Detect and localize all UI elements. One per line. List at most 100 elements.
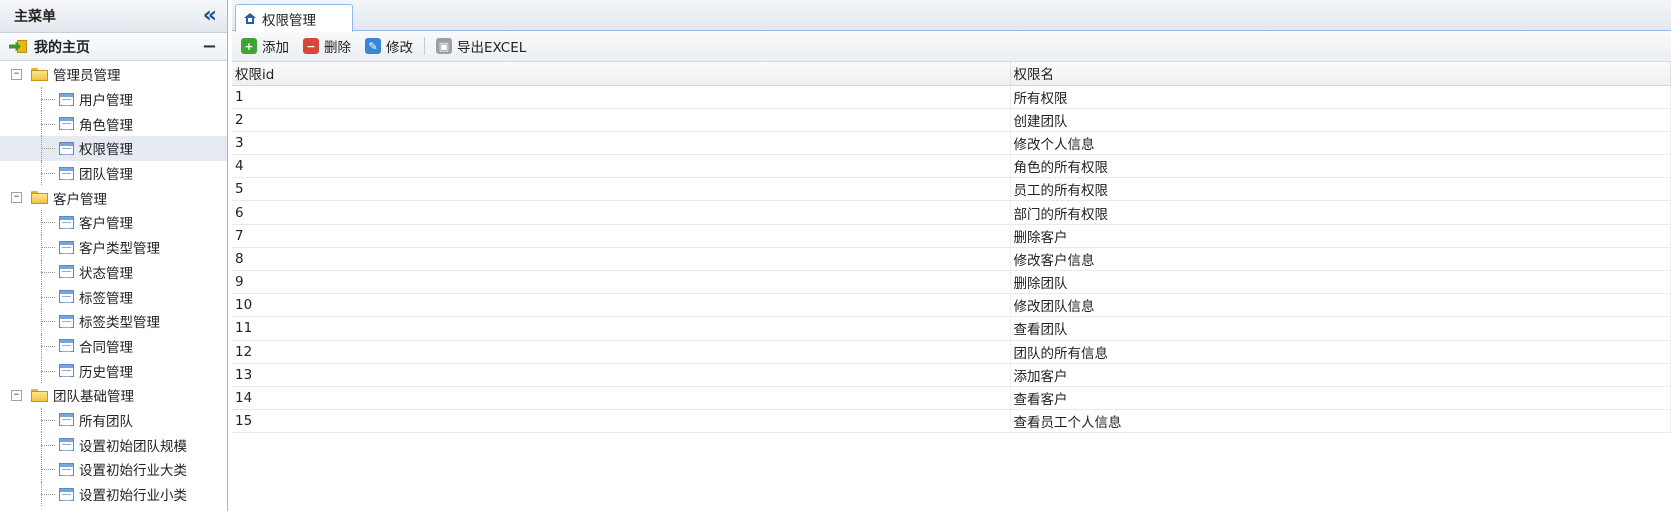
table-icon [59, 92, 74, 106]
collapse-panel-icon[interactable]: − [202, 37, 217, 56]
edit-label: 修改 [386, 40, 413, 56]
cell-permission-name: 员工的所有权限 [1010, 177, 1671, 202]
cell-permission-name: 修改团队信息 [1010, 293, 1671, 318]
home-panel-icon [9, 39, 27, 54]
tree-group[interactable]: − 团队基础管理 [0, 383, 227, 408]
cell-permission-name: 部门的所有权限 [1010, 200, 1671, 225]
cell-permission-name: 查看团队 [1010, 316, 1671, 341]
folder-icon [31, 67, 48, 81]
tab-permission-management[interactable]: 权限管理 [235, 4, 353, 32]
tree-item[interactable]: 角色管理 [0, 111, 227, 137]
table-row[interactable]: 2 创建团队 [232, 108, 1671, 132]
menu-tree: − 管理员管理 用户管理角色管理权限管理团队管理 − 客户管理 客户管理 客户类型管理 状态管… [0, 61, 227, 507]
folder-icon [31, 191, 48, 205]
tree-item-label: 设置初始团队规模 [79, 438, 187, 455]
tree-group[interactable]: − 管理员管理 [0, 62, 227, 87]
table-row[interactable]: 15 查看员工个人信息 [232, 409, 1671, 434]
delete-icon: − [303, 38, 319, 54]
cell-permission-name: 查看客户 [1010, 386, 1671, 411]
table-row[interactable]: 14 查看客户 [232, 386, 1671, 411]
tree-item-label: 团队基础管理 [53, 389, 134, 406]
add-icon: + [241, 38, 257, 54]
tree-item[interactable]: 用户管理 [0, 86, 227, 112]
table-header-row: 权限id 权限名 [232, 62, 1671, 86]
cell-permission-id: 6 [232, 200, 1011, 225]
cell-permission-name: 修改个人信息 [1010, 131, 1671, 156]
table-icon [59, 141, 74, 155]
tree-item[interactable]: 权限管理 [0, 136, 227, 161]
cell-permission-id: 5 [232, 177, 1011, 202]
tree-item-label: 所有团队 [79, 413, 133, 430]
tree-item[interactable]: 所有团队 [0, 407, 227, 433]
cell-permission-id: 14 [232, 386, 1011, 411]
export-label: 导出EXCEL [457, 40, 527, 56]
table-icon [59, 215, 74, 229]
table-row[interactable]: 3 修改个人信息 [232, 131, 1671, 156]
toolbar: + 添加 − 删除 ✎ 修改 ▣ 导出EXCEL [232, 31, 1671, 62]
tree-item[interactable]: 历史管理 [0, 358, 227, 383]
table-row[interactable]: 6 部门的所有权限 [232, 200, 1671, 225]
table-row[interactable]: 11 查看团队 [232, 316, 1671, 341]
cell-permission-id: 1 [232, 85, 1011, 109]
delete-button[interactable]: − 删除 [303, 36, 351, 56]
table-icon [59, 314, 74, 328]
column-header-id[interactable]: 权限id [232, 62, 1011, 86]
table-icon [59, 117, 74, 131]
table-row[interactable]: 12 团队的所有信息 [232, 340, 1671, 364]
table-row[interactable]: 9 删除团队 [232, 270, 1671, 295]
expand-toggle-icon[interactable]: − [11, 68, 22, 80]
table-icon [59, 265, 74, 279]
column-header-name[interactable]: 权限名 [1010, 62, 1671, 86]
add-button[interactable]: + 添加 [241, 36, 289, 56]
tree-item[interactable]: 客户类型管理 [0, 234, 227, 260]
add-label: 添加 [262, 40, 289, 56]
tree-item-label: 设置初始行业小类 [79, 488, 187, 505]
tree-item[interactable]: 设置初始行业小类 [0, 481, 227, 507]
sidebar-header: 主菜单 « [0, 0, 227, 33]
tree-item[interactable]: 标签管理 [0, 284, 227, 309]
tree-item-label: 历史管理 [79, 364, 133, 381]
tree-item-label: 合同管理 [79, 339, 133, 356]
expand-toggle-icon[interactable]: − [11, 192, 22, 204]
table-row[interactable]: 8 修改客户信息 [232, 247, 1671, 272]
table-row[interactable]: 10 修改团队信息 [232, 293, 1671, 318]
tree-item-label: 管理员管理 [53, 68, 121, 85]
cell-permission-id: 7 [232, 224, 1011, 248]
tree-item[interactable]: 客户管理 [0, 210, 227, 235]
sidebar-title: 主菜单 [14, 9, 56, 25]
tree-item[interactable]: 团队管理 [0, 160, 227, 186]
sidebar: 主菜单 « 我的主页 − − 管理员管理 用户管理 角色管理 权限管理 团队管理 − 客户管理… [0, 0, 228, 511]
table-row[interactable]: 13 添加客户 [232, 363, 1671, 387]
edit-button[interactable]: ✎ 修改 [365, 36, 413, 56]
cell-permission-id: 3 [232, 131, 1011, 156]
cell-permission-id: 13 [232, 363, 1011, 387]
table-row[interactable]: 1 所有权限 [232, 85, 1671, 109]
panel-my-home[interactable]: 我的主页 − [0, 33, 227, 61]
export-excel-button[interactable]: ▣ 导出EXCEL [436, 36, 526, 56]
cell-permission-name: 所有权限 [1010, 85, 1671, 109]
cell-permission-id: 9 [232, 270, 1011, 295]
collapse-sidebar-icon[interactable]: « [203, 5, 217, 27]
tree-item[interactable]: 合同管理 [0, 333, 227, 359]
table-row[interactable]: 4 角色的所有权限 [232, 154, 1671, 179]
cell-permission-id: 2 [232, 108, 1011, 132]
expand-toggle-icon[interactable]: − [11, 389, 22, 401]
table-row[interactable]: 7 删除客户 [232, 224, 1671, 248]
cell-permission-name: 创建团队 [1010, 108, 1671, 132]
tree-item-label: 团队管理 [79, 167, 133, 184]
table-row[interactable]: 5 员工的所有权限 [232, 177, 1671, 202]
tree-item[interactable]: 设置初始行业大类 [0, 457, 227, 482]
cell-permission-id: 11 [232, 316, 1011, 341]
table-icon [59, 413, 74, 427]
tree-item-label: 角色管理 [79, 117, 133, 134]
tree-item[interactable]: 标签类型管理 [0, 308, 227, 334]
tree-item-label: 标签管理 [79, 290, 133, 307]
cell-permission-id: 15 [232, 409, 1011, 434]
table-icon [59, 364, 74, 378]
tree-item[interactable]: 状态管理 [0, 259, 227, 285]
table-icon [59, 438, 74, 452]
cell-permission-id: 8 [232, 247, 1011, 272]
table-icon [59, 339, 74, 353]
tree-group[interactable]: − 客户管理 [0, 185, 227, 210]
tree-item[interactable]: 设置初始团队规模 [0, 432, 227, 457]
